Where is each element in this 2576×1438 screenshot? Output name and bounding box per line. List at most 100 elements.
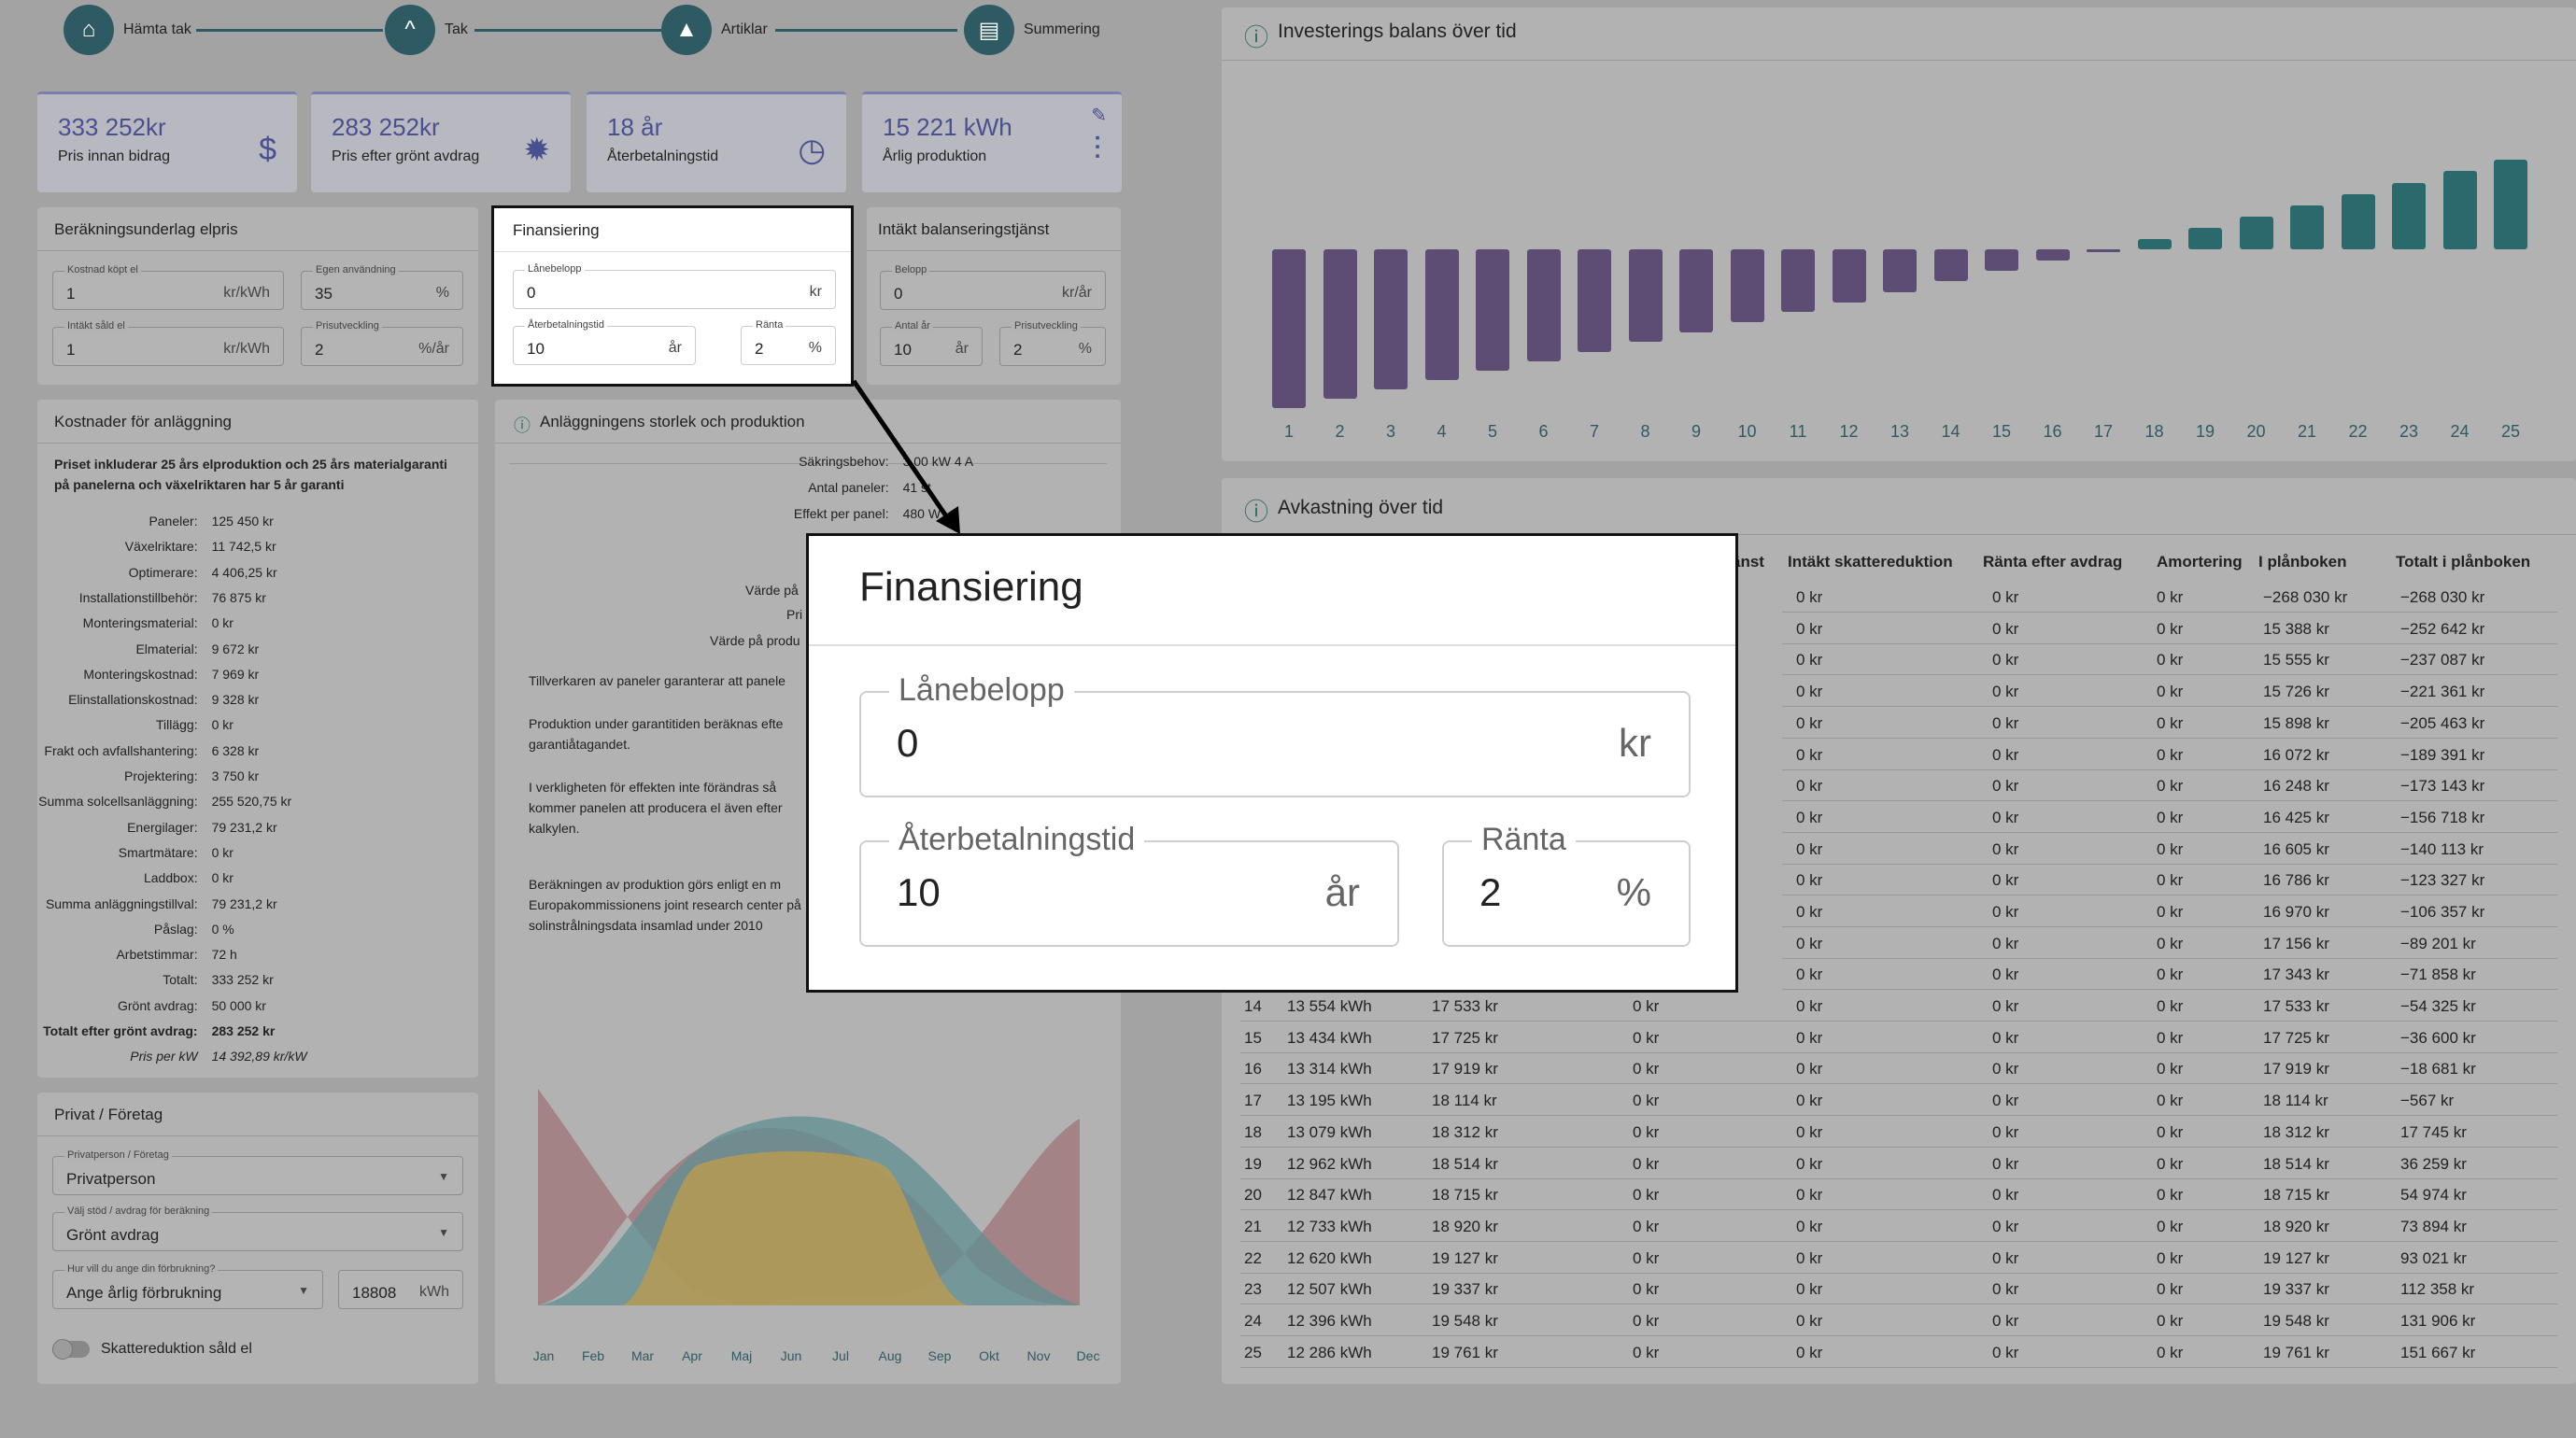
table-cell: 0 kr <box>2157 777 2184 796</box>
table-cell: 0 kr <box>1992 808 2019 826</box>
table-cell: 13 195 kWh <box>1287 1092 1372 1110</box>
annual-consumption-field[interactable]: 18808 kWh <box>338 1270 463 1309</box>
loan-amount-field[interactable]: Lånebelopp 0 kr <box>513 263 836 309</box>
warranty-note: Priset inkluderar 25 års elproduktion oc… <box>54 457 447 492</box>
table-cell: 0 kr <box>2157 1248 2184 1267</box>
kpi-price-before: 333 252kr Pris innan bidrag $ <box>37 92 297 192</box>
support-select[interactable]: Välj stöd / avdrag för beräkning Grönt a… <box>52 1205 463 1251</box>
cost-value: 11 742,5 kr <box>211 539 276 555</box>
table-cell: 25 <box>1244 1343 1262 1361</box>
cost-value: 0 kr <box>211 615 234 631</box>
table-cell: 0 kr <box>1633 997 1660 1015</box>
row-divider <box>1240 1177 2557 1179</box>
tax-reduction-toggle[interactable] <box>52 1339 90 1360</box>
table-cell: −156 718 kr <box>2400 808 2485 826</box>
table-cell: 0 kr <box>1796 934 1823 952</box>
table-cell: −268 030 kr <box>2400 588 2485 606</box>
balancing-years-field[interactable]: Antal år 10 år <box>880 320 983 366</box>
cost-value: 9 328 kr <box>211 692 260 708</box>
cost-value: 255 520,75 kr <box>211 794 292 810</box>
cost-key: Installationstillbehör: <box>78 589 198 605</box>
interest-rate-field[interactable]: Ränta 2 % <box>741 319 836 365</box>
table-cell: −71 858 kr <box>2400 966 2476 984</box>
table-cell: 0 kr <box>1796 1154 1823 1173</box>
consumption-select[interactable]: Hur vill du ange din förbrukning? Ange å… <box>52 1263 323 1309</box>
balance-bar <box>1476 249 1509 372</box>
table-cell: 17 919 kr <box>1432 1060 1498 1078</box>
costs-card: Kostnader för anläggning Priset inkluder… <box>37 400 478 1078</box>
cost-value: 50 000 kr <box>211 997 266 1013</box>
table-cell: 12 733 kWh <box>1287 1217 1372 1235</box>
step-tak[interactable]: ^ Tak <box>385 0 468 60</box>
balance-bar <box>1781 249 1815 313</box>
year-tick-label: 16 <box>2043 422 2062 441</box>
table-cell: 0 kr <box>1633 1343 1660 1361</box>
cost-key: Optimerare: <box>128 564 198 580</box>
table-cell: 0 kr <box>1992 1154 2019 1173</box>
step-artiklar[interactable]: ▲ Artiklar <box>661 0 768 60</box>
table-cell: 0 kr <box>1992 934 2019 952</box>
table-cell: 0 kr <box>1796 966 1823 984</box>
dollar-icon: $ <box>259 132 276 167</box>
cost-row: Summa solcellsanläggning: 255 520,75 kr <box>0 794 336 809</box>
cost-row: Grönt avdrag: 50 000 kr <box>0 998 336 1013</box>
table-cell: 0 kr <box>1992 713 2019 732</box>
step-label: Artiklar <box>721 21 768 37</box>
own-use-field[interactable]: Egen användning 35 % <box>301 264 463 310</box>
cost-row: Optimerare: 4 406,25 kr <box>0 565 336 580</box>
table-cell: 0 kr <box>1633 1092 1660 1110</box>
toggle-knob <box>52 1339 73 1360</box>
field-value: 0 <box>897 721 919 765</box>
field-label: Ränta <box>1472 822 1576 858</box>
year-tick-label: 17 <box>2093 422 2114 441</box>
table-cell: 18 312 kr <box>1432 1122 1498 1141</box>
zoom-rate-field[interactable]: Ränta 2 % <box>1442 822 1691 947</box>
year-tick-label: 7 <box>1589 422 1599 441</box>
table-cell: 19 761 kr <box>1432 1343 1498 1361</box>
table-cell: 0 kr <box>1633 1186 1660 1205</box>
field-value: 1 <box>66 285 76 303</box>
field-value: 10 <box>894 341 912 359</box>
customer-type-select[interactable]: Privatperson / Företag Privatperson ▼ <box>52 1149 463 1195</box>
balance-bar <box>2239 217 2273 249</box>
table-cell: −268 030 kr <box>2263 588 2348 606</box>
field-label: Privatperson / Företag <box>64 1149 172 1161</box>
balancing-amount-field[interactable]: Belopp 0 kr/år <box>880 264 1106 310</box>
cost-key: Paneler: <box>149 514 198 529</box>
card-title: Anläggningens storlek och produktion <box>540 413 805 430</box>
step-hamta-tak[interactable]: ⌂ Hämta tak <box>64 0 191 60</box>
cost-row: Projektering: 3 750 kr <box>0 768 336 783</box>
balance-bar <box>1424 249 1459 381</box>
cost-value: 79 231,2 kr <box>211 895 277 911</box>
field-value: 2 <box>1013 341 1023 359</box>
zoom-payback-field[interactable]: Återbetalningstid 10 år <box>859 822 1399 947</box>
zoom-loan-field[interactable]: Lånebelopp 0 kr <box>859 672 1691 797</box>
edit-pencil-icon[interactable]: ✎ <box>1091 104 1107 127</box>
income-sold-el-field[interactable]: Intäkt såld el 1 kr/kWh <box>52 320 284 366</box>
cost-value: 76 875 kr <box>211 589 266 605</box>
kpi-payback: 18 år Återbetalningstid ◷ <box>587 92 846 192</box>
price-trend-field[interactable]: Prisutveckling 2 %/år <box>301 320 463 366</box>
payback-time-field[interactable]: Återbetalningstid 10 år <box>513 319 696 365</box>
step-summering[interactable]: ▤ Summering <box>964 0 1100 60</box>
column-header: Amortering <box>2157 553 2243 571</box>
table-cell: −205 463 kr <box>2400 713 2485 732</box>
table-cell: 0 kr <box>2157 619 2184 638</box>
cost-key: Projektering: <box>124 768 198 783</box>
calc-card: Beräkningsunderlag elpris Kostnad köpt e… <box>37 207 478 385</box>
table-cell: −18 681 kr <box>2400 1060 2476 1078</box>
document-icon: ▤ <box>964 5 1014 55</box>
year-tick-label: 18 <box>2144 422 2164 441</box>
home-icon: ⌂ <box>64 5 114 55</box>
year-tick-label: 14 <box>1941 422 1960 441</box>
balancing-trend-field[interactable]: Prisutveckling 2 % <box>999 320 1106 366</box>
step-label: Tak <box>445 21 468 37</box>
cost-value: 79 231,2 kr <box>211 819 277 835</box>
table-cell: 16 072 kr <box>2263 745 2329 764</box>
table-cell: 18 514 kr <box>2263 1154 2329 1173</box>
table-cell: 112 358 kr <box>2400 1280 2475 1299</box>
cost-bought-el-field[interactable]: Kostnad köpt el 1 kr/kWh <box>52 264 284 310</box>
year-tick-label: 20 <box>2246 422 2266 441</box>
row-divider <box>1240 1366 2557 1368</box>
field-value: 10 <box>897 870 941 914</box>
